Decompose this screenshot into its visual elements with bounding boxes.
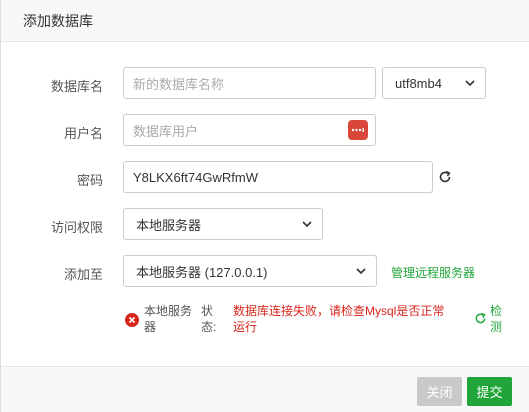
db-name-label: 数据库名 [50,79,103,94]
password-label: 密码 [76,173,103,188]
status-server-line2: 器 [144,320,157,334]
recheck-icon[interactable] [474,312,487,325]
db-name-placeholder: 新的数据库名称 [133,76,225,92]
submit-button[interactable]: 提交 [467,377,512,406]
close-button[interactable]: 关闭 [417,377,462,406]
chevron-down-icon [356,268,366,275]
dialog-title: 添加数据库 [23,12,93,29]
status-server-line1: 本地服务 [144,304,193,318]
status-state-line2: 态: [201,320,217,334]
charset-select[interactable]: utf8mb4 [382,67,486,99]
manage-remote-servers-link[interactable]: 管理远程服务器 [391,264,475,281]
add-to-label: 添加至 [63,267,103,282]
chevron-down-icon [465,80,475,87]
error-icon [125,313,139,327]
server-select[interactable]: 本地服务器 (127.0.0.1) [123,255,377,287]
username-label: 用户名 [63,126,103,141]
password-value: Y8LKX6ft74GwRfmW [133,169,258,185]
add-database-dialog: 添加数据库 数据库名 新的数据库名称 utf8mb4 用户名 数据库用户 密码 … [0,0,529,412]
recheck-line2: 测 [490,320,503,334]
access-label: 访问权限 [50,220,103,235]
refresh-icon[interactable] [438,170,452,184]
password-input[interactable]: Y8LKX6ft74GwRfmW [123,161,433,193]
db-name-input[interactable]: 新的数据库名称 [123,67,376,99]
status-error-message: 数据库连接失败，请检查Mysql是否正常 运行 [233,303,444,335]
dialog-footer: 关闭 提交 [1,366,529,412]
chevron-down-icon [302,221,312,228]
server-value: 本地服务器 (127.0.0.1) [136,264,268,280]
status-state-label: 状 态: [201,303,216,335]
dialog-header: 添加数据库 [1,0,529,42]
recheck-link[interactable]: 检 测 [490,303,502,335]
recheck-line1: 检 [490,304,503,318]
password-manager-icon[interactable] [348,120,368,140]
username-placeholder: 数据库用户 [133,123,199,139]
access-value: 本地服务器 [136,217,202,233]
access-select[interactable]: 本地服务器 [123,208,323,240]
username-input[interactable]: 数据库用户 [123,114,376,146]
charset-value: utf8mb4 [395,75,442,91]
status-error-line2: 运行 [233,320,258,334]
status-error-line1: 数据库连接失败，请检查Mysql是否正常 [233,304,445,318]
status-state-line1: 状 [201,304,214,318]
status-server-name: 本地服务 器 [144,303,192,335]
